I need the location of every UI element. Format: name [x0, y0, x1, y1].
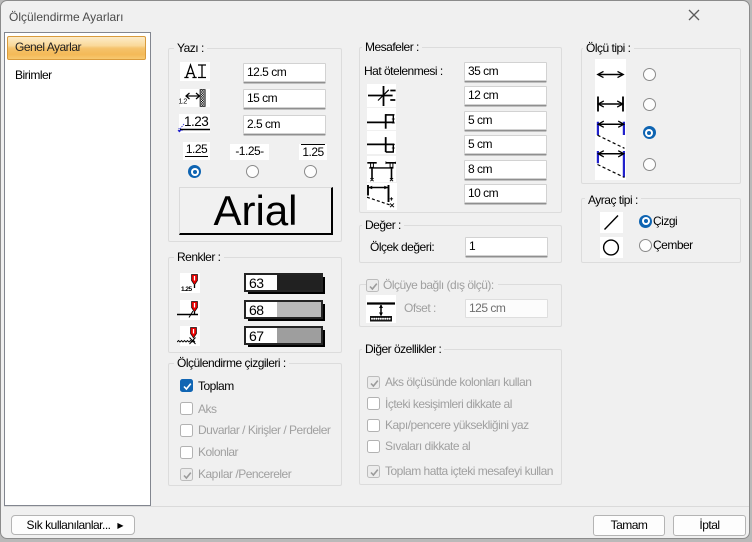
svg-text:1.25: 1.25 — [181, 286, 193, 293]
svg-text:1.2: 1.2 — [179, 99, 188, 106]
svg-text:1.23: 1.23 — [184, 114, 208, 129]
